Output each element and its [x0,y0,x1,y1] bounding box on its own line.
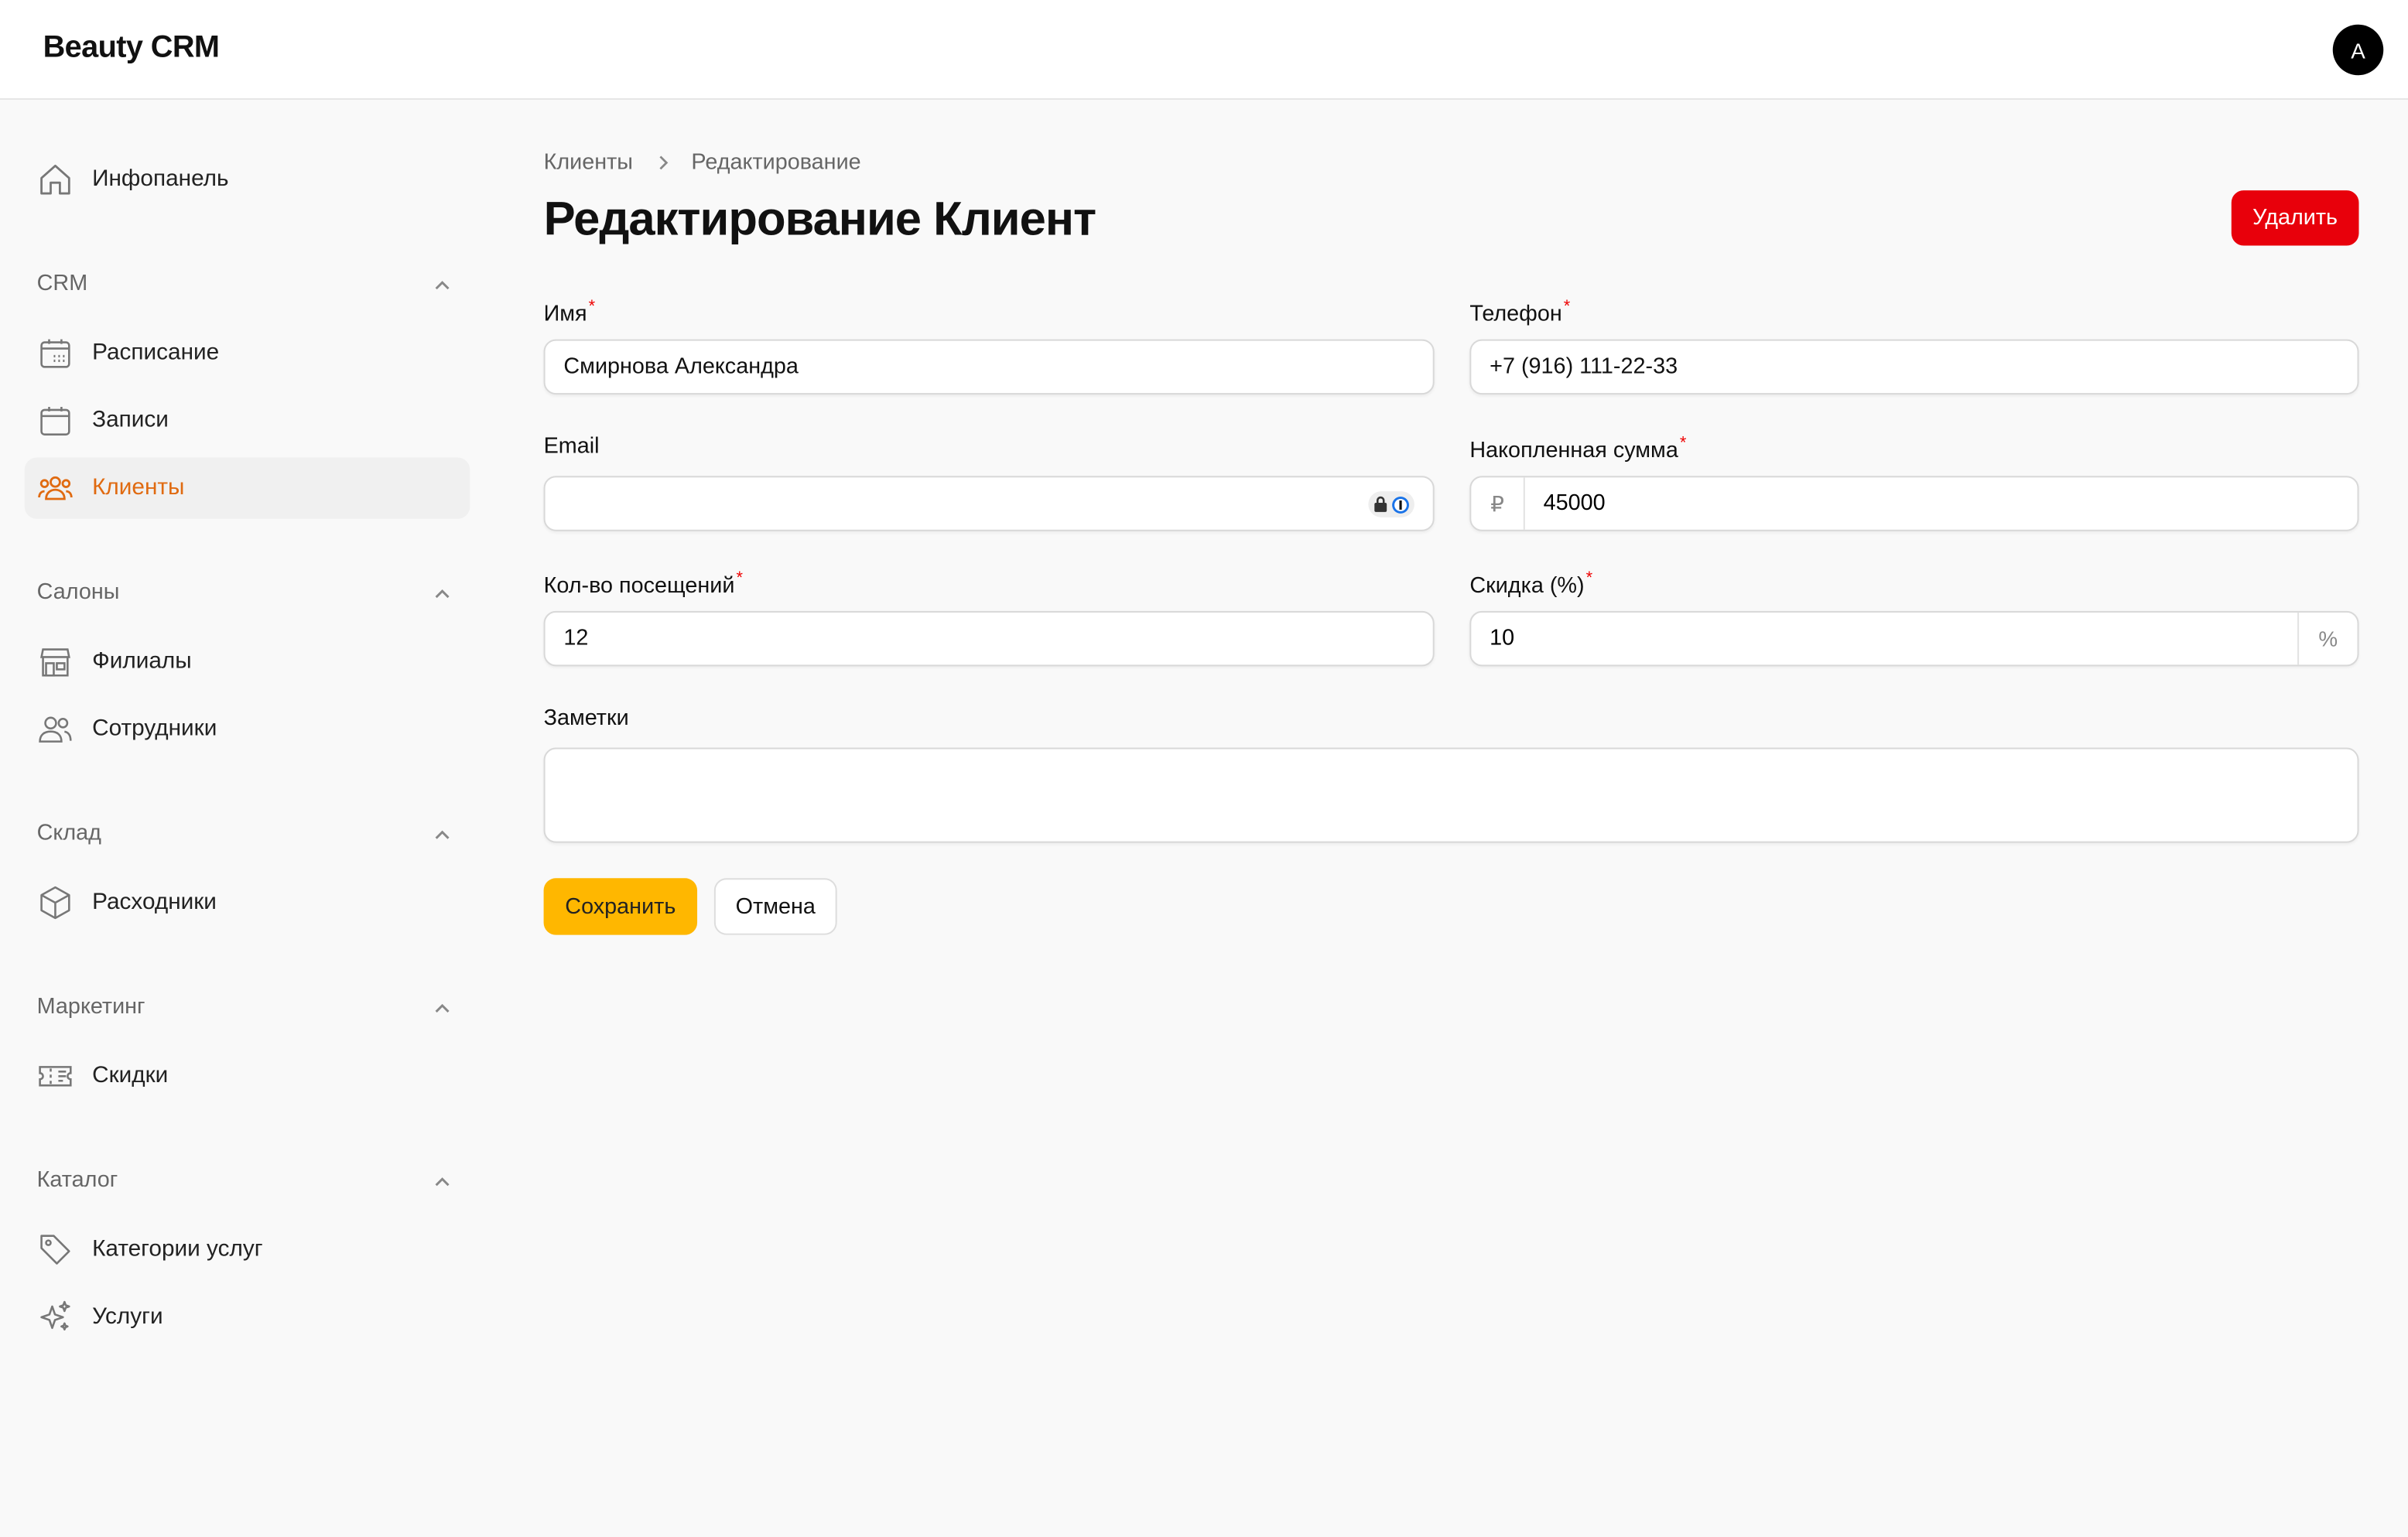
group-title: Склад [36,821,101,846]
sidebar-item-dashboard[interactable]: Инфопанель [25,149,470,210]
phone-label: Телефон * [1469,298,1570,326]
required-marker: * [1679,434,1687,453]
sidebar-item-staff[interactable]: Сотрудники [25,698,470,760]
group-marketing-toggle[interactable]: Маркетинг [37,990,455,1027]
ticket-icon [37,1057,74,1095]
chevron-up-icon [430,582,455,606]
total-label-text: Накопленная сумма [1469,439,1678,464]
staff-icon [37,711,74,748]
chevron-up-icon [430,1170,455,1194]
page-title: Редактирование Клиент [543,192,1097,246]
group-title: CRM [36,272,88,297]
sidebar-item-service-categories[interactable]: Категории услуг [25,1219,470,1280]
visits-label-text: Кол-во посещений [543,573,735,599]
schedule-calendar-icon [37,335,74,372]
chevron-up-icon [430,823,455,848]
calendar-icon [37,402,74,439]
required-marker: * [736,569,743,589]
sidebar-item-branches[interactable]: Филиалы [25,631,470,692]
email-label: Email [543,434,600,459]
percent-suffix: % [2297,612,2357,665]
email-field[interactable] [543,476,1435,531]
breadcrumb-current: Редактирование [691,150,861,176]
required-marker: * [588,298,596,316]
sidebar-item-label: Расходники [92,889,217,915]
top-bar: Beauty CRM A [0,0,2408,101]
app-brand[interactable]: Beauty CRM [43,31,220,67]
sidebar-item-label: Услуги [92,1303,163,1330]
sidebar-item-label: Инфопанель [92,166,229,193]
group-salons-toggle[interactable]: Салоны [37,576,455,613]
group-title: Каталог [36,1168,118,1194]
storefront-icon [37,644,74,681]
sparkles-icon [37,1299,74,1336]
sidebar-item-schedule[interactable]: Расписание [25,323,470,384]
chevron-up-icon [430,996,455,1021]
sidebar-item-label: Сотрудники [92,715,217,742]
breadcrumb-parent[interactable]: Клиенты [544,151,633,176]
sidebar-item-label: Скидки [92,1062,169,1089]
group-title: Маркетинг [36,995,145,1020]
sidebar-item-consumables[interactable]: Расходники [25,872,470,933]
group-warehouse-toggle[interactable]: Склад [37,817,455,854]
sidebar-item-label: Категории услуг [92,1235,263,1262]
sidebar-item-label: Клиенты [92,474,185,501]
name-label: Имя * [544,298,596,326]
name-label-text: Имя [543,302,587,327]
phone-label-text: Телефон [1469,302,1562,327]
discount-label: Скидка (%) * [1469,569,1592,598]
total-field: ₽ [1469,476,2361,531]
save-button[interactable]: Сохранить [543,878,698,935]
sidebar-item-label: Филиалы [92,647,192,675]
required-marker: * [1563,298,1571,316]
chevron-right-icon [655,153,673,172]
cancel-button[interactable]: Отмена [713,878,837,935]
notes-textarea[interactable] [543,747,2359,843]
ruble-prefix: ₽ [1471,477,1525,530]
required-marker: * [1585,569,1593,589]
total-label: Накопленная сумма * [1469,435,1686,463]
discount-input[interactable] [1471,612,2322,665]
discount-field: % [1469,610,2359,667]
chevron-up-icon [430,273,455,298]
group-title: Салоны [36,580,120,605]
phone-input[interactable] [1469,339,2359,395]
sidebar-item-label: Записи [92,406,169,433]
box-icon [37,884,74,921]
group-catalog-toggle[interactable]: Каталог [37,1163,455,1201]
group-crm-toggle[interactable]: CRM [37,267,455,304]
password-manager-icon[interactable] [1368,491,1414,517]
sidebar-item-appointments[interactable]: Записи [25,390,470,451]
notes-label: Заметки [543,705,629,731]
sidebar-item-services[interactable]: Услуги [25,1286,470,1347]
visits-input[interactable] [543,610,1435,667]
sidebar-item-clients[interactable]: Клиенты [24,457,470,519]
visits-label: Кол-во посещений * [544,569,743,598]
user-avatar[interactable]: A [2332,24,2384,76]
sidebar: Инфопанель CRM Расписание Записи Клиенты [0,100,491,1537]
delete-button[interactable]: Удалить [2231,190,2359,246]
breadcrumb: Клиенты Редактирование [544,151,861,176]
sidebar-item-label: Расписание [92,339,220,366]
total-input[interactable] [1524,477,2361,530]
home-icon [37,161,74,198]
tag-icon [37,1231,74,1269]
discount-label-text: Скидка (%) [1469,573,1585,599]
users-icon [37,470,74,507]
name-input[interactable] [543,339,1435,395]
sidebar-item-discounts[interactable]: Скидки [25,1046,470,1107]
